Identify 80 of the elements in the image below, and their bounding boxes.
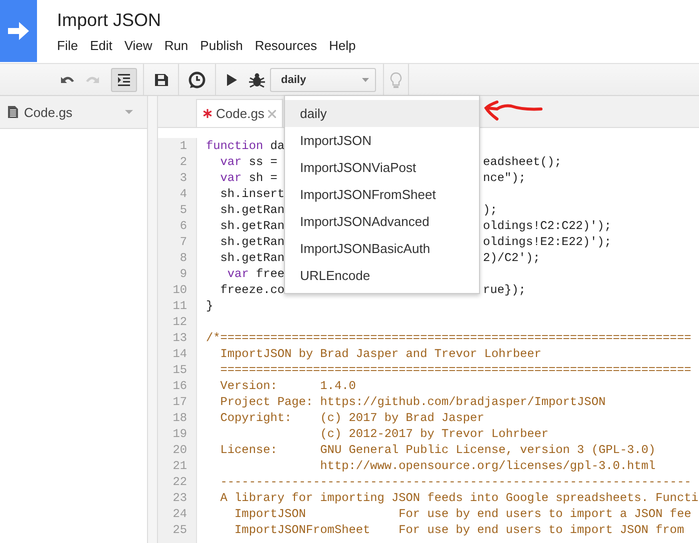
line-number: 8 — [178, 250, 188, 266]
code-line: var free — [226, 267, 285, 281]
code-line: var ss = — [219, 155, 278, 169]
code-line: Copyright: (c) 2017 by Brad Jasper — [219, 411, 484, 425]
menu-option[interactable]: ImportJSONViaPost — [285, 154, 479, 181]
menu-item[interactable]: Edit — [90, 38, 124, 54]
clock-icon[interactable] — [188, 70, 206, 88]
code-line: freeze.co — [219, 283, 284, 297]
line-number: 4 — [178, 186, 188, 202]
line-number: 7 — [178, 234, 188, 250]
code-line: ); — [483, 202, 498, 218]
line-number: 3 — [178, 170, 188, 186]
menu-option[interactable]: ImportJSONBasicAuth — [285, 235, 479, 262]
code-line: /*================================================================== — [206, 331, 692, 345]
line-number: 10 — [172, 282, 188, 298]
menu-item[interactable]: Help — [328, 38, 368, 54]
code-line: eadsheet(); — [483, 154, 562, 170]
code-line: var sh = — [219, 171, 278, 185]
line-number: 1 — [178, 138, 188, 154]
menu-item[interactable]: Run — [164, 38, 200, 54]
code-line: sh.getRan — [219, 235, 284, 249]
menu-option[interactable]: ImportJSON — [285, 127, 479, 154]
line-number: 11 — [172, 298, 188, 314]
line-number: 18 — [172, 410, 188, 426]
code-line: Project Page: https://github.com/bradjasper/ImportJSON — [219, 395, 606, 409]
line-number: 6 — [178, 218, 188, 234]
line-number: 9 — [178, 266, 188, 282]
line-number: 5 — [178, 202, 188, 218]
code-line: sh.getRan — [219, 203, 284, 217]
app-logo[interactable] — [0, 0, 37, 62]
code-line: http://www.opensource.org/licenses/gpl-3.0.html — [319, 459, 656, 473]
menu-item[interactable]: File — [57, 38, 90, 54]
menu-option[interactable]: ImportJSONAdvanced — [285, 208, 479, 235]
line-number: 24 — [172, 506, 188, 522]
bug-icon[interactable] — [248, 70, 266, 88]
code-line: rue}); — [483, 282, 526, 298]
code-line: function da — [206, 139, 285, 153]
code-line: sh.getRan — [219, 251, 284, 265]
code-line: ================================================================== — [219, 363, 692, 377]
line-number: 16 — [172, 378, 188, 394]
function-select[interactable]: daily — [270, 68, 376, 92]
code-line: ------------------------------------------------------------------ — [219, 475, 692, 489]
code-line: (c) 2012-2017 by Trevor Lohrbeer — [319, 427, 549, 441]
line-number: 21 — [172, 458, 188, 474]
code-line: ImportJSONFromSheet For use by end users to import JSON from — [234, 523, 684, 537]
menu-option[interactable]: ImportJSONFromSheet — [285, 181, 479, 208]
project-title[interactable]: Import JSON — [57, 9, 368, 31]
unsaved-icon — [203, 109, 212, 118]
line-number: 19 — [172, 426, 188, 442]
code-line: } — [206, 299, 214, 313]
line-number: 25 — [172, 522, 188, 538]
line-number: 14 — [172, 346, 188, 362]
annotation-arrow — [483, 100, 543, 122]
code-line: ImportJSON by Brad Jasper and Trevor Lohrbeer — [219, 347, 542, 361]
code-line: License: GNU General Public License, version 3 (GPL-3.0) — [219, 443, 656, 457]
code-line: sh.getRan — [219, 219, 284, 233]
code-line: Version: 1.4.0 — [219, 379, 356, 393]
line-number: 22 — [172, 474, 188, 490]
menu-item[interactable]: View — [124, 38, 164, 54]
code-line: A library for importing JSON feeds into Google spreadsheets. Functi — [219, 491, 698, 505]
line-number: 12 — [172, 314, 188, 330]
caret-icon — [362, 78, 369, 82]
line-number: 23 — [172, 490, 188, 506]
file-icon — [8, 106, 18, 118]
line-number: 17 — [172, 394, 188, 410]
line-number: 20 — [172, 442, 188, 458]
menu-item[interactable]: Publish — [200, 38, 255, 54]
code-line: oldings!E2:E22)'); — [483, 234, 612, 250]
menu-option[interactable]: URLEncode — [285, 262, 479, 289]
code-line: 2)/C2'); — [483, 250, 540, 266]
line-number: 2 — [178, 154, 188, 170]
line-number: 15 — [172, 362, 188, 378]
file-tab[interactable]: Code.gs — [196, 99, 284, 127]
line-number: 13 — [172, 330, 188, 346]
code-line: oldings!C2:C22)'); — [483, 218, 612, 234]
code-line: ImportJSON For use by end users to import a JSON fee — [234, 507, 692, 521]
menu-item[interactable]: Resources — [254, 38, 329, 54]
code-line: sh.insert — [219, 187, 284, 201]
code-line: nce"); — [483, 170, 526, 186]
menu-option[interactable]: daily — [285, 100, 479, 127]
